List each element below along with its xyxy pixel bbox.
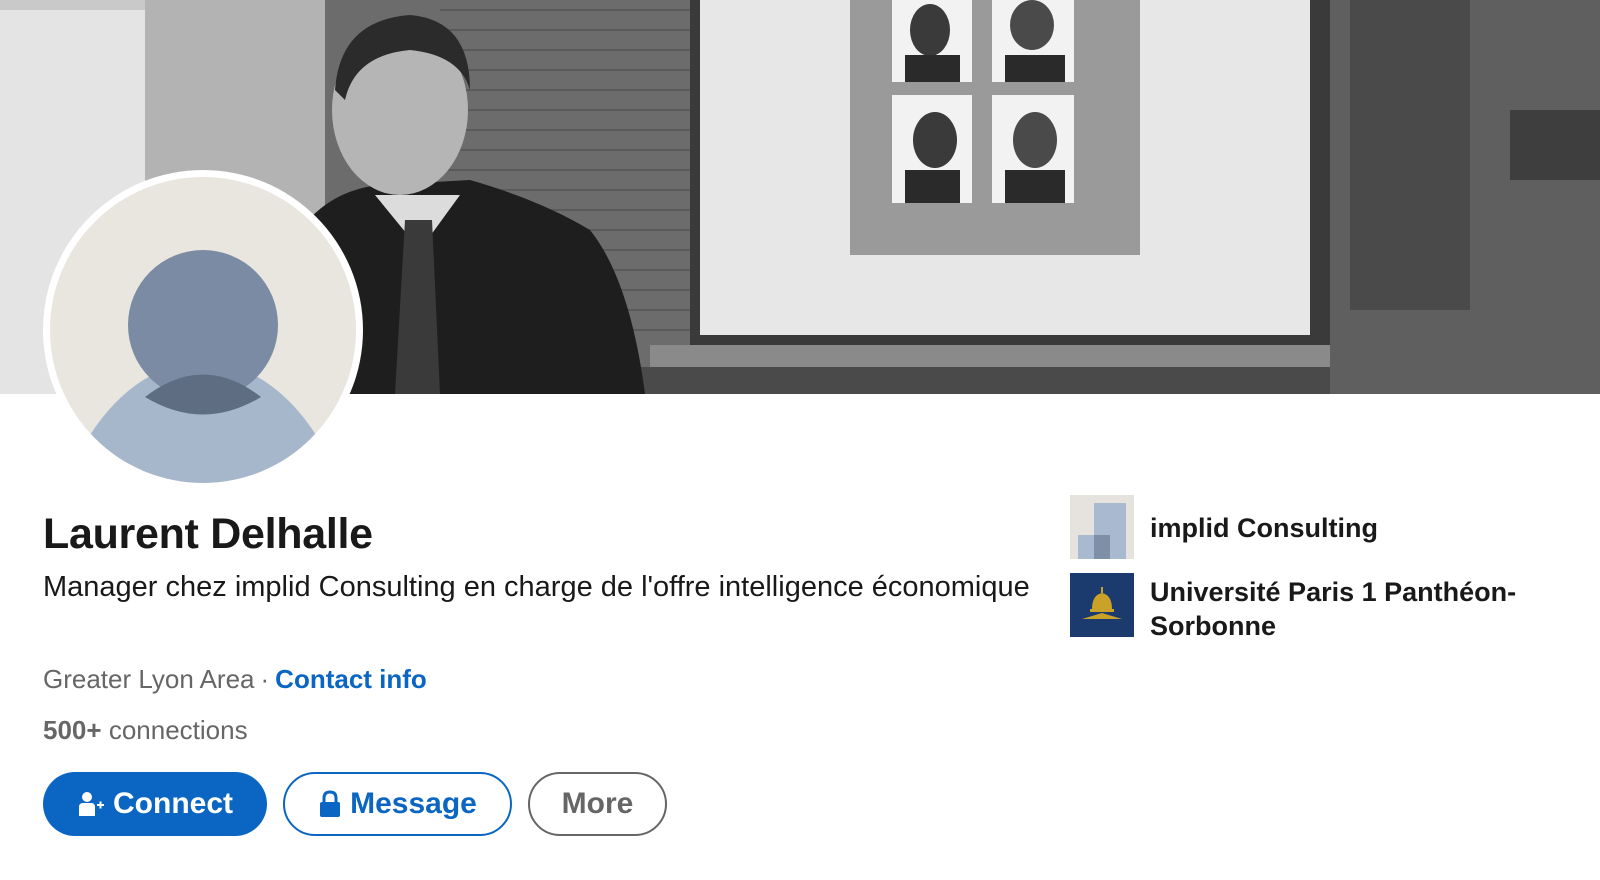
org-sorbonne[interactable]: Université Paris 1 Panthéon-Sorbonne [1070, 573, 1550, 643]
org-name: Université Paris 1 Panthéon-Sorbonne [1150, 577, 1517, 641]
separator-dot: · [260, 664, 270, 694]
pantheon-dome-logo-icon [1070, 573, 1134, 637]
location-row: Greater Lyon Area · Contact info [43, 664, 427, 695]
profile-headline: Manager chez implid Consulting en charge… [43, 571, 1030, 603]
lock-icon [318, 790, 342, 818]
profile-page: Laurent Delhalle Manager chez implid Con… [0, 0, 1600, 880]
add-person-icon [77, 790, 105, 818]
connections-number: 500+ [43, 715, 102, 745]
implid-logo-icon [1070, 495, 1134, 559]
connect-button[interactable]: Connect [43, 772, 267, 836]
profile-name: Laurent Delhalle [43, 510, 373, 558]
org-implid[interactable]: implid Consulting [1070, 495, 1378, 559]
more-button-label: More [561, 787, 634, 820]
message-button-label: Message [350, 787, 477, 820]
profile-location: Greater Lyon Area [43, 664, 255, 694]
default-person-avatar-icon [50, 177, 356, 483]
connect-button-label: Connect [113, 787, 233, 820]
connections-label: connections [108, 715, 248, 745]
contact-info-link[interactable]: Contact info [275, 664, 427, 694]
profile-avatar[interactable] [43, 170, 363, 490]
more-button[interactable]: More [528, 772, 667, 836]
message-button[interactable]: Message [283, 772, 512, 836]
connections-count[interactable]: 500+ connections [43, 715, 248, 746]
org-name: implid Consulting [1150, 513, 1378, 543]
